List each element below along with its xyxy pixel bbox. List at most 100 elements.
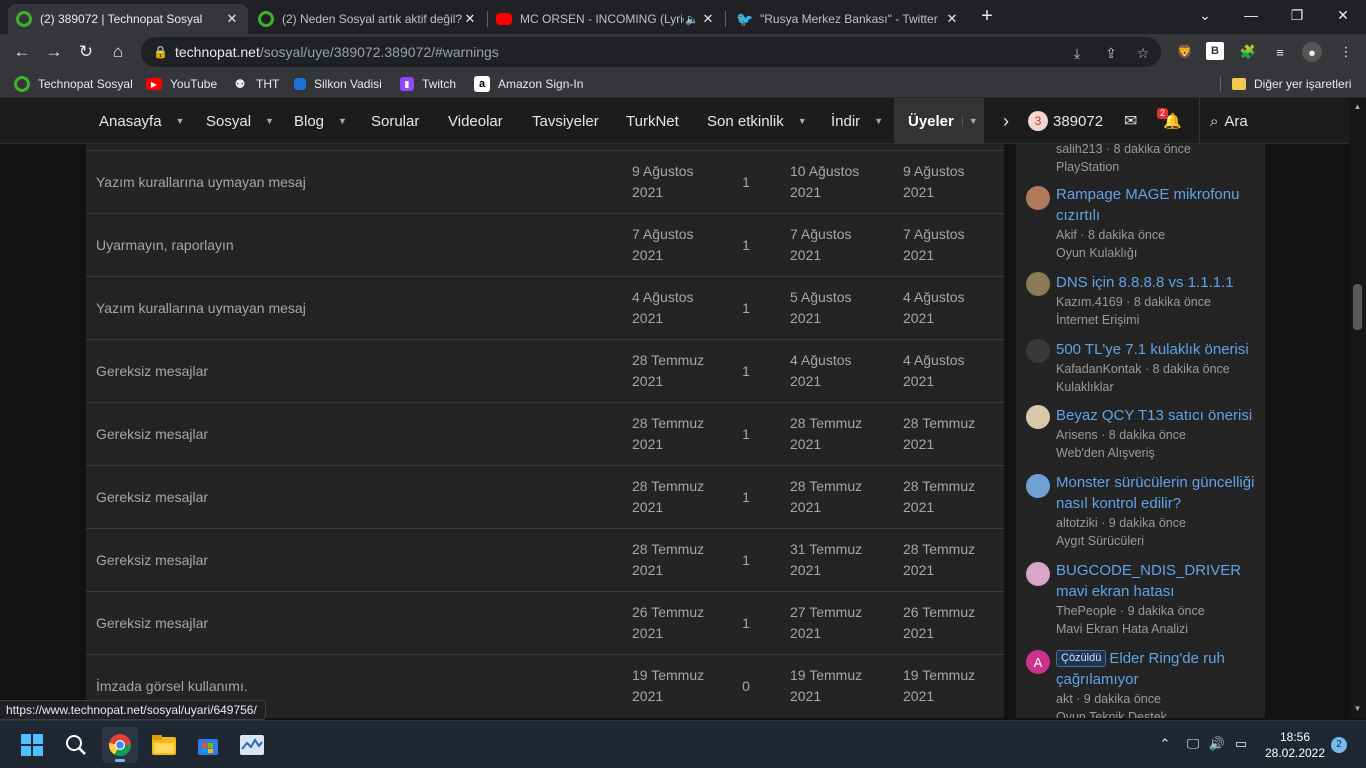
nav-blog[interactable]: Blog ▼ [294,98,347,144]
brave-extension-icon[interactable]: 🦁 [1175,42,1195,62]
table-row[interactable]: Uyarmayın, raporlayın 7 Ağustos 2021 1 7 Ağu… [86,213,1004,276]
new-tab-button[interactable]: + [976,6,998,28]
tab-technopat-profile[interactable]: (2) 389072 | Technopat Sosyal ✕ [8,4,248,34]
bookmark-amazon[interactable]: a Amazon Sign-In [474,75,583,93]
home-button[interactable]: ⌂ [104,38,132,66]
avatar[interactable]: ● [1302,42,1322,62]
maximize-button[interactable]: ❐ [1274,0,1320,30]
bookmark-tht[interactable]: ⚉ THT [232,75,280,93]
thread-forum[interactable]: Mavi Ekran Hata Analizi [1056,620,1261,638]
table-row[interactable]: Yazım kurallarına uymayan mesaj 9 Ağustos… [86,150,1004,213]
tab-search-chevron-icon[interactable]: ⌄ [1182,0,1228,30]
warning-reason[interactable]: Gereksiz mesajlar [96,529,616,591]
table-row[interactable]: Yazım kurallarına uymayan mesaj 4 Ağustos… [86,276,1004,339]
url-text[interactable]: technopat.net/sosyal/uye/389072.389072/#… [175,44,499,60]
thread-title-link[interactable]: Monster sürücülerin güncelliği nasıl kon… [1056,472,1256,514]
close-icon[interactable]: ✕ [224,11,240,27]
show-hidden-icons-chevron-icon[interactable]: ⌃ [1156,735,1174,753]
caret-down-icon[interactable]: ▼ [176,116,185,126]
menu-kebab-icon[interactable]: ⋮ [1336,42,1356,62]
thread-forum[interactable]: Oyun Kulaklığı [1056,244,1261,262]
avatar[interactable] [1026,562,1050,586]
reload-button[interactable]: ↻ [72,38,100,66]
thread-title-link[interactable]: BUGCODE_NDIS_DRIVER mavi ekran hatası [1056,560,1256,602]
extensions-puzzle-icon[interactable]: 🧩 [1238,42,1258,62]
solved-badge[interactable]: Çözüldü [1056,650,1107,667]
thread-forum[interactable]: Web'den Alışveriş [1056,444,1261,462]
minimize-button[interactable]: — [1228,0,1274,30]
thread-meta[interactable]: ThePeople · 9 dakika önce [1056,602,1261,620]
thread-title-link[interactable]: Beyaz QCY T13 satıcı önerisi [1056,405,1256,426]
thread-forum[interactable]: Oyun Teknik Destek [1056,708,1261,718]
warning-reason[interactable]: Gereksiz mesajlar [96,403,616,465]
network-monitor-icon[interactable]: 🖵 [1184,735,1202,753]
lock-icon[interactable]: 🔒 [153,45,168,59]
tab-youtube-mc-orsen[interactable]: MC ORSEN - INCOMING (Lyrics) 🔈 ✕ [488,4,724,34]
install-app-icon[interactable]: ⤓ [1065,41,1089,65]
microsoft-store-icon[interactable] [190,727,226,763]
thread-forum[interactable]: PlayStation [1056,158,1261,176]
address-bar[interactable]: 🔒 technopat.net/sosyal/uye/389072.389072… [141,37,1161,67]
nav-anasayfa[interactable]: Anasayfa ▼ [99,98,184,144]
thread-title-link[interactable]: 500 TL'ye 7.1 kulaklık önerisi [1056,339,1256,360]
nav-uyeler[interactable]: Üyeler ▼ [894,98,984,144]
avatar[interactable] [1026,405,1050,429]
scroll-down-icon[interactable]: ▼ [1353,704,1362,714]
close-window-button[interactable]: ✕ [1320,0,1366,30]
inbox-envelope-icon[interactable]: ✉ [1124,98,1137,144]
warning-reason[interactable]: Gereksiz mesajlar [96,466,616,528]
table-row[interactable]: Gereksiz mesajlar 28 Temmuz 2021 1 31 Temmuz… [86,528,1004,591]
alerts-bell-icon[interactable]: 🔔 [1163,98,1182,144]
nav-indir[interactable]: İndir ▼ [831,98,883,144]
thread-meta[interactable]: altotziki · 9 dakika önce [1056,514,1261,532]
nav-turknet[interactable]: TurkNet [626,98,679,144]
search-icon[interactable] [58,727,94,763]
media-control-icon[interactable]: ≡ [1270,42,1290,62]
caret-down-icon[interactable]: ▼ [265,116,274,126]
nav-sosyal[interactable]: Sosyal ▼ [206,98,274,144]
nav-tavsiyeler[interactable]: Tavsiyeler [532,98,599,144]
close-icon[interactable]: ✕ [944,11,960,27]
scroll-up-icon[interactable]: ▲ [1353,102,1362,112]
table-row[interactable]: Gereksiz mesajlar 28 Temmuz 2021 1 28 Temmuz… [86,402,1004,465]
thread-meta[interactable]: Arisens · 8 dakika önce [1056,426,1261,444]
nav-sorular[interactable]: Sorular [371,98,419,144]
table-row[interactable]: Gereksiz mesajlar 28 Temmuz 2021 1 4 Ağustos… [86,339,1004,402]
volume-speaker-icon[interactable]: 🔊 [1208,735,1226,753]
file-explorer-icon[interactable] [146,727,182,763]
bookmark-twitch[interactable]: ▮ Twitch [400,75,456,93]
nav-videolar[interactable]: Videolar [448,98,503,144]
thread-title-link[interactable]: DNS için 8.8.8.8 vs 1.1.1.1 [1056,272,1256,293]
speaker-icon[interactable]: 🔈 [684,13,700,26]
avatar[interactable] [1026,186,1050,210]
search-button[interactable]: ⌕ Ara [1210,98,1248,144]
thread-title-link[interactable]: Rampage MAGE mikrofonu cızırtılı [1056,184,1256,226]
bookmark-youtube[interactable]: ▶ YouTube [146,75,217,93]
avatar[interactable] [1026,474,1050,498]
close-icon[interactable]: ✕ [700,11,716,27]
thread-title-link[interactable]: Çözüldü Elder Ring'de ruh çağrılamıyor [1056,648,1256,690]
start-windows-icon[interactable] [14,727,50,763]
bookmark-technopat[interactable]: Technopat Sosyal [14,75,133,93]
chrome-taskbar-icon[interactable] [102,727,138,763]
nav-scroll-right-icon[interactable]: › [994,98,1018,144]
thread-meta[interactable]: KafadanKontak · 8 dakika önce [1056,360,1261,378]
notification-count-badge[interactable]: 2 [1331,737,1347,753]
bookmark-silkon-vadisi[interactable]: Silkon Vadisi [294,75,382,93]
caret-down-icon[interactable]: ▼ [798,116,807,126]
tab-neden-sosyal[interactable]: (2) Neden Sosyal artık aktif değil? ✕ [250,4,486,34]
task-manager-icon[interactable] [234,727,270,763]
profile-extension-icon[interactable]: B [1206,42,1224,60]
nav-son-etkinlik[interactable]: Son etkinlik ▼ [707,98,807,144]
taskbar-clock[interactable]: 18:56 28.02.2022 [1262,729,1328,761]
warning-reason[interactable]: Yazım kurallarına uymayan mesaj [96,277,616,339]
close-icon[interactable]: ✕ [462,11,478,27]
avatar[interactable]: A [1026,650,1050,674]
warning-reason[interactable]: Gereksiz mesajlar [96,340,616,402]
scrollbar-thumb[interactable] [1353,284,1362,330]
warning-reason[interactable]: Yazım kurallarına uymayan mesaj [96,151,616,213]
caret-down-icon[interactable]: ▼ [961,116,978,126]
table-row[interactable]: Gereksiz mesajlar 26 Temmuz 2021 1 27 Temmuz… [86,591,1004,654]
tab-twitter[interactable]: 🐦 "Rusya Merkez Bankası" - Twitter ✕ [728,4,968,34]
thread-meta[interactable]: akt · 9 dakika önce [1056,690,1261,708]
